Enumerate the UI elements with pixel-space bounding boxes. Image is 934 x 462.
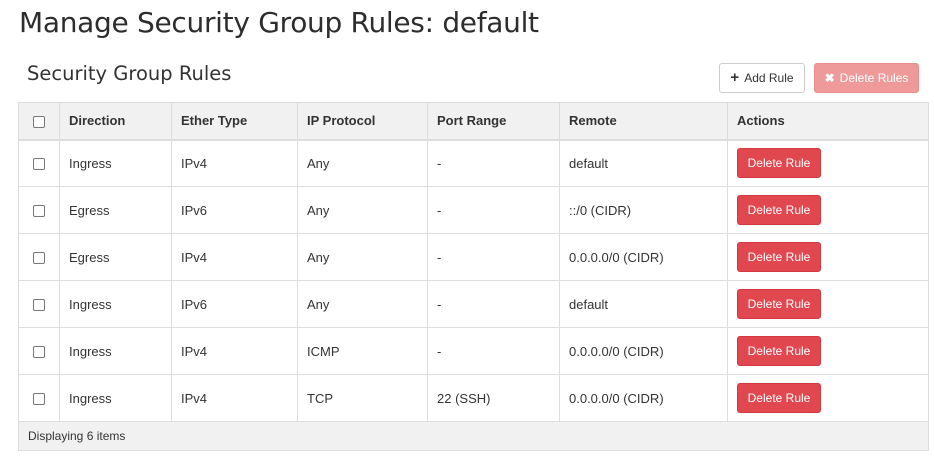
cell-actions: Delete Rule	[727, 186, 929, 234]
row-select-cell	[18, 186, 60, 234]
column-header-direction[interactable]: Direction	[59, 102, 172, 141]
cell-ip-protocol: Any	[297, 139, 428, 187]
cell-port-range: -	[427, 186, 560, 234]
cell-actions: Delete Rule	[727, 327, 929, 375]
cell-direction: Ingress	[59, 374, 172, 422]
plus-icon: +	[730, 68, 740, 86]
delete-rule-button[interactable]: Delete Rule	[737, 383, 821, 413]
column-header-ip-protocol[interactable]: IP Protocol	[297, 102, 428, 141]
row-checkbox[interactable]	[33, 393, 45, 406]
row-checkbox[interactable]	[33, 205, 45, 218]
table-row: Egress IPv4 Any - 0.0.0.0/0 (CIDR) Delet…	[18, 233, 929, 281]
cell-ip-protocol: Any	[297, 186, 428, 234]
table-row: Ingress IPv4 TCP 22 (SSH) 0.0.0.0/0 (CID…	[18, 374, 929, 422]
column-header-port-range[interactable]: Port Range	[427, 102, 560, 141]
cell-ether-type: IPv6	[171, 280, 298, 328]
cell-ether-type: IPv4	[171, 327, 298, 375]
cell-ip-protocol: TCP	[297, 374, 428, 422]
cell-port-range: 22 (SSH)	[427, 374, 560, 422]
delete-rule-button[interactable]: Delete Rule	[737, 289, 821, 319]
column-header-actions: Actions	[727, 102, 929, 141]
row-select-cell	[18, 374, 60, 422]
page: Manage Security Group Rules: default Sec…	[0, 0, 934, 462]
cell-ip-protocol: ICMP	[297, 327, 428, 375]
table-header-row: Direction Ether Type IP Protocol Port Ra…	[18, 102, 929, 141]
table-row: Ingress IPv6 Any - default Delete Rule	[18, 280, 929, 328]
row-select-cell	[18, 280, 60, 328]
column-header-remote[interactable]: Remote	[559, 102, 728, 141]
row-checkbox[interactable]	[33, 346, 45, 359]
item-count: Displaying 6 items	[18, 421, 929, 451]
cell-remote: 0.0.0.0/0 (CIDR)	[559, 233, 728, 281]
x-icon: ✖	[824, 71, 835, 85]
select-all-checkbox[interactable]	[33, 115, 45, 128]
table-row: Ingress IPv4 ICMP - 0.0.0.0/0 (CIDR) Del…	[18, 327, 929, 375]
cell-actions: Delete Rule	[727, 233, 929, 281]
cell-direction: Ingress	[59, 280, 172, 328]
cell-ether-type: IPv6	[171, 186, 298, 234]
delete-rule-button[interactable]: Delete Rule	[737, 195, 821, 225]
cell-ether-type: IPv4	[171, 139, 298, 187]
delete-rules-label: Delete Rules	[839, 71, 909, 85]
cell-actions: Delete Rule	[727, 374, 929, 422]
cell-ip-protocol: Any	[297, 280, 428, 328]
row-checkbox[interactable]	[33, 158, 45, 171]
row-checkbox[interactable]	[33, 252, 45, 265]
cell-ip-protocol: Any	[297, 233, 428, 281]
column-header-ether-type[interactable]: Ether Type	[171, 102, 298, 141]
delete-rule-button[interactable]: Delete Rule	[737, 242, 821, 272]
cell-direction: Ingress	[59, 139, 172, 187]
row-select-cell	[18, 327, 60, 375]
cell-actions: Delete Rule	[727, 280, 929, 328]
row-checkbox[interactable]	[33, 299, 45, 312]
cell-actions: Delete Rule	[727, 139, 929, 187]
cell-remote: ::/0 (CIDR)	[559, 186, 728, 234]
cell-remote: default	[559, 280, 728, 328]
section-title: Security Group Rules	[27, 62, 232, 85]
row-select-cell	[18, 139, 60, 187]
cell-ether-type: IPv4	[171, 233, 298, 281]
cell-port-range: -	[427, 233, 560, 281]
select-all-cell	[18, 102, 60, 141]
add-rule-label: Add Rule	[744, 71, 794, 85]
table-row: Egress IPv6 Any - ::/0 (CIDR) Delete Rul…	[18, 186, 929, 234]
cell-remote: 0.0.0.0/0 (CIDR)	[559, 327, 728, 375]
rules-table: Direction Ether Type IP Protocol Port Ra…	[18, 102, 929, 451]
cell-direction: Ingress	[59, 327, 172, 375]
table-row: Ingress IPv4 Any - default Delete Rule	[18, 139, 929, 187]
delete-rules-button[interactable]: ✖ Delete Rules	[814, 63, 919, 93]
row-select-cell	[18, 233, 60, 281]
cell-remote: default	[559, 139, 728, 187]
cell-direction: Egress	[59, 186, 172, 234]
delete-rule-button[interactable]: Delete Rule	[737, 336, 821, 366]
add-rule-button[interactable]: + Add Rule	[719, 63, 805, 93]
cell-ether-type: IPv4	[171, 374, 298, 422]
delete-rule-button[interactable]: Delete Rule	[737, 148, 821, 179]
cell-direction: Egress	[59, 233, 172, 281]
cell-port-range: -	[427, 327, 560, 375]
cell-remote: 0.0.0.0/0 (CIDR)	[559, 374, 728, 422]
table-footer-row: Displaying 6 items	[18, 421, 929, 451]
cell-port-range: -	[427, 139, 560, 187]
cell-port-range: -	[427, 280, 560, 328]
page-title: Manage Security Group Rules: default	[19, 6, 539, 39]
